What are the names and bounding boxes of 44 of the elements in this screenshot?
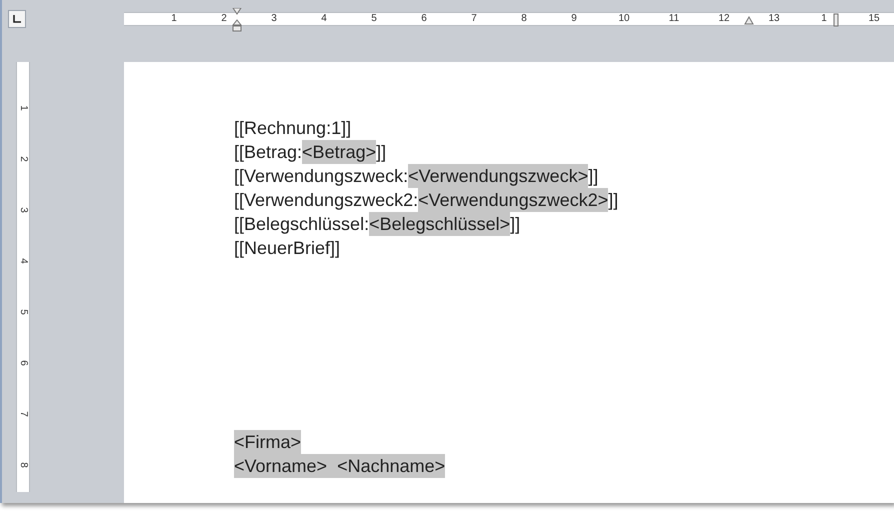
merge-field: <Betrag> [302,140,376,164]
ruler-number: 1 [820,14,828,24]
ruler-number: 15 [867,14,881,24]
document-text: [[Belegschlüssel: [234,213,370,236]
ruler-number: 4 [18,258,28,264]
document-text: ]] [608,189,618,212]
document-text: [[Verwendungszweck2: [234,189,418,212]
document-text: [[Betrag: [234,141,302,164]
ruler-number: 6 [420,14,428,24]
ruler-number: 3 [270,14,278,24]
document-text: ]] [376,141,386,164]
indent-marker-icon[interactable] [232,8,242,32]
ruler-number: 2 [18,156,28,162]
tab-selector-button[interactable] [8,10,26,28]
ruler-number: 1 [18,104,28,110]
merge-field: <Verwendungszweck2> [418,188,608,212]
ruler-number: 2 [220,14,228,24]
ruler-number: 1 [170,14,178,24]
ruler-number: 7 [470,14,478,24]
ruler-number: 7 [18,410,28,416]
left-tab-icon [13,15,21,23]
ruler-number: 13 [767,14,781,24]
ruler-number: 9 [570,14,578,24]
merge-field: <Belegschlüssel> [369,212,510,236]
ruler-number: 8 [520,14,528,24]
ruler-number: 6 [18,360,28,366]
ruler-number: 3 [18,206,28,212]
ruler-number: 11 [668,14,680,24]
merge-field: <Vorname> <Nachname> [234,454,446,478]
document-text: [[NeuerBrief]] [234,237,340,260]
ruler-number: 8 [18,462,28,468]
column-marker-icon[interactable] [833,13,839,27]
ruler-number: 10 [617,14,631,24]
document-text: [[Verwendungszweck: [234,165,408,188]
merge-field: <Verwendungszweck> [408,164,588,188]
document-text: ]] [510,213,520,236]
merge-field: <Firma> [234,430,302,454]
right-indent-marker-icon[interactable] [744,16,754,26]
ruler-number: 5 [18,308,28,314]
document-text: [[Rechnung:1]] [234,117,352,140]
ruler-number: 12 [717,14,731,24]
document-text: ]] [588,165,598,188]
ruler-number: 4 [320,14,328,24]
ruler-number: 5 [370,14,378,24]
